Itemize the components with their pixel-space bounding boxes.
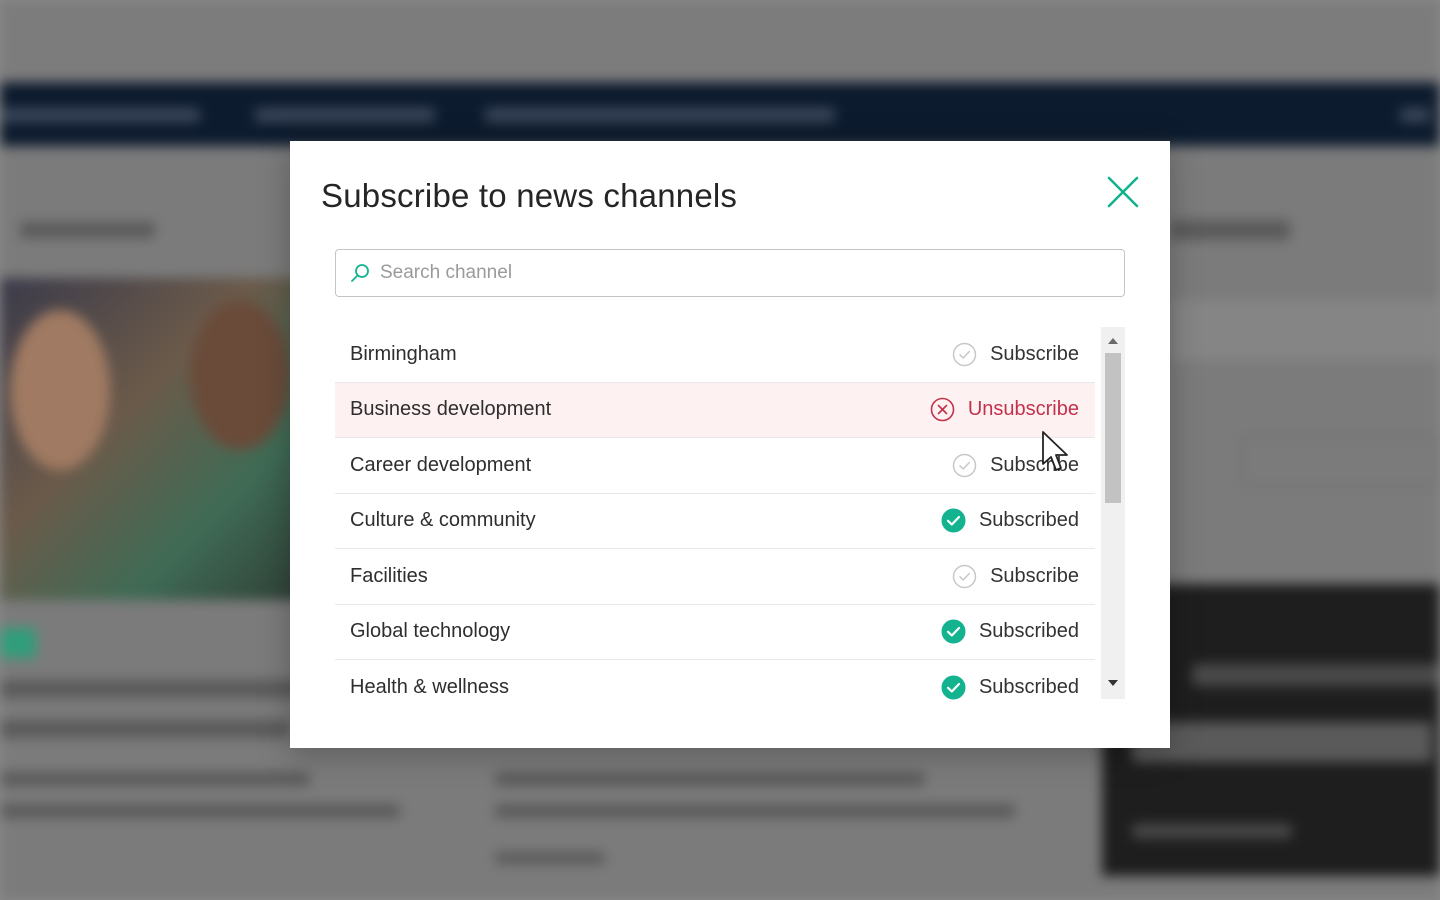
channel-name: Career development <box>350 453 532 476</box>
channel-action-label: Subscribed <box>978 675 1079 698</box>
close-button[interactable] <box>1102 171 1144 213</box>
subscribed-toggle[interactable]: Subscribed <box>941 619 1079 644</box>
search-box[interactable] <box>335 249 1125 297</box>
scrollbar-thumb[interactable] <box>1105 353 1121 503</box>
background-top <box>0 0 1440 80</box>
channel-name: Health & wellness <box>350 675 509 698</box>
channel-name: Facilities <box>350 564 428 587</box>
scroll-down-button[interactable] <box>1101 675 1125 691</box>
channel-row: Global technology Subscribed <box>335 605 1095 660</box>
chevron-down-icon <box>1108 680 1118 686</box>
scroll-up-button[interactable] <box>1101 333 1125 349</box>
channel-row: Facilities Subscribe <box>335 549 1095 605</box>
channel-row: Culture & community Subscribed <box>335 494 1095 549</box>
channel-row: Business development Unsubscribe <box>335 382 1095 438</box>
channel-action-label: Subscribed <box>978 509 1079 532</box>
channel-name: Culture & community <box>350 509 536 532</box>
subscribe-button[interactable]: Subscribe <box>952 342 1079 367</box>
subscribe-dialog: Subscribe to news channels Birmingham Sub… <box>290 141 1170 748</box>
channel-action-label: Subscribe <box>990 453 1079 476</box>
scrollbar[interactable] <box>1101 327 1125 699</box>
check-circle-outline-icon <box>952 342 977 367</box>
search-icon <box>350 262 372 284</box>
channel-row: Career development Subscribe <box>335 438 1095 494</box>
channel-name: Business development <box>350 398 552 421</box>
subscribed-toggle[interactable]: Subscribed <box>941 508 1079 533</box>
channel-action-label: Unsubscribe <box>967 398 1079 421</box>
channel-name: Birmingham <box>350 342 457 365</box>
channel-action-label: Subscribed <box>978 620 1079 643</box>
dialog-title: Subscribe to news channels <box>321 177 738 214</box>
chevron-up-icon <box>1108 338 1118 344</box>
channel-row: Health & wellness Subscribed <box>335 660 1095 703</box>
check-circle-filled-icon <box>941 508 966 533</box>
check-circle-outline-icon <box>952 564 977 589</box>
subscribe-button[interactable]: Subscribe <box>952 453 1079 478</box>
x-circle-icon <box>930 397 955 422</box>
background-nav-bar <box>0 82 1440 146</box>
channel-action-label: Subscribe <box>990 564 1079 587</box>
subscribed-toggle[interactable]: Subscribed <box>941 675 1079 700</box>
check-circle-filled-icon <box>941 619 966 644</box>
close-icon <box>1107 176 1139 208</box>
channel-list-container: Birmingham Subscribe Business development U… <box>335 327 1125 703</box>
channel-row: Birmingham Subscribe <box>335 327 1095 383</box>
subscribe-button[interactable]: Subscribe <box>952 564 1079 589</box>
check-circle-outline-icon <box>952 453 977 478</box>
check-circle-filled-icon <box>941 675 966 700</box>
unsubscribe-button[interactable]: Unsubscribe <box>930 397 1079 422</box>
channel-name: Global technology <box>350 620 511 643</box>
search-input[interactable] <box>380 262 1100 284</box>
channel-list: Birmingham Subscribe Business development U… <box>335 327 1095 703</box>
channel-action-label: Subscribe <box>990 342 1079 365</box>
